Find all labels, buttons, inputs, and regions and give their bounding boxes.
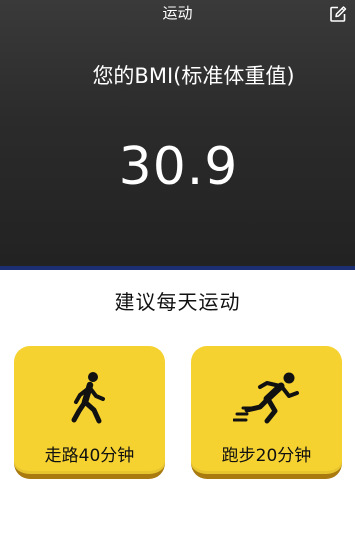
edit-button[interactable] [328, 4, 348, 24]
walking-person-icon [71, 372, 105, 424]
walk-40min-card[interactable]: 走路40分钟 [14, 346, 165, 479]
bmi-value: 30.9 [118, 137, 239, 197]
run-20min-card[interactable]: 跑步20分钟 [191, 346, 342, 479]
panel-divider [0, 266, 355, 270]
running-person-icon [232, 372, 299, 424]
page-title: 运动 [162, 4, 193, 22]
walk-option-label: 走路40分钟 [44, 446, 135, 466]
bmi-panel [0, 0, 355, 266]
bmi-label: 您的BMI(标准体重值) [92, 64, 295, 88]
edit-icon [330, 6, 347, 22]
run-option-label: 跑步20分钟 [221, 446, 312, 466]
recommendation-title: 建议每天运动 [114, 290, 241, 314]
